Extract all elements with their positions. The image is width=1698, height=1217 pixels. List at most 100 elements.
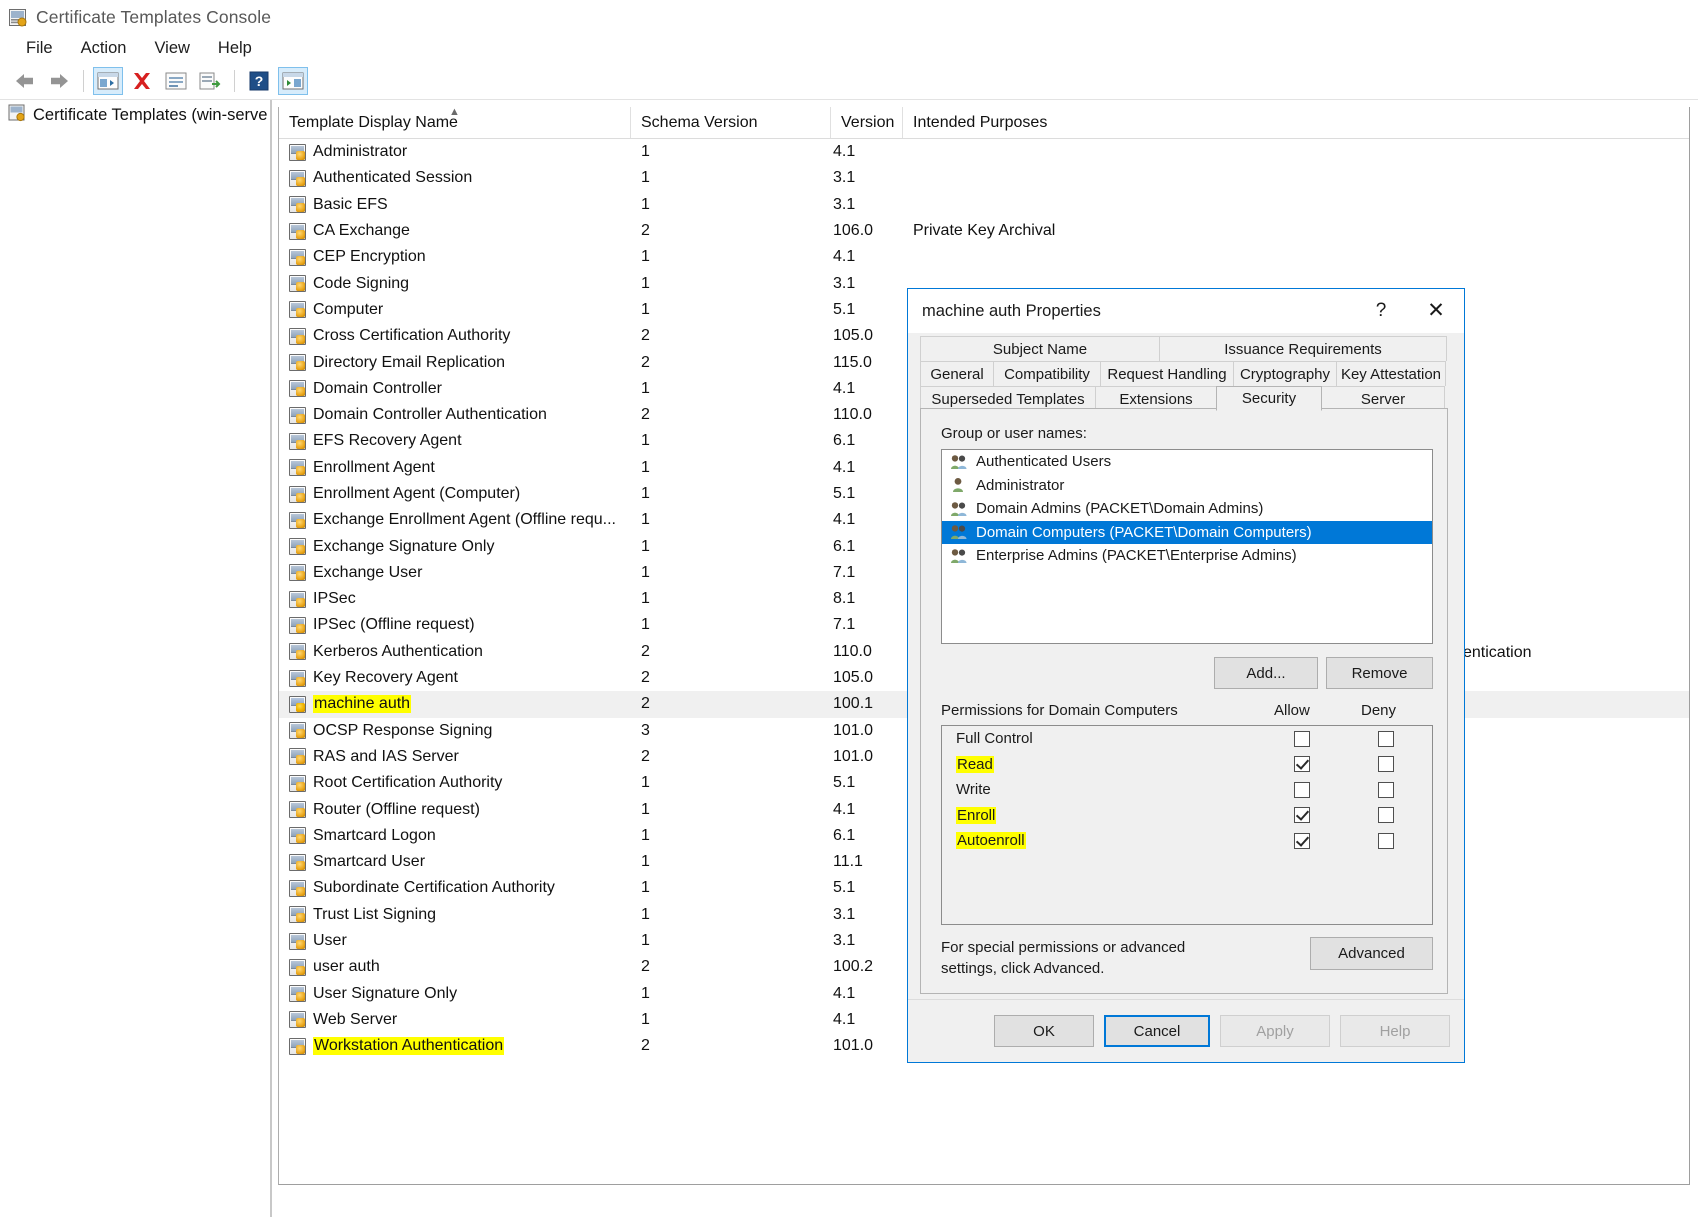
cancel-button[interactable]: Cancel [1104, 1015, 1210, 1047]
remove-button[interactable]: Remove [1326, 657, 1433, 689]
table-row[interactable]: CEP Encryption14.1 [279, 244, 1689, 270]
export-list-icon[interactable] [195, 67, 225, 95]
cell-version: 100.2 [831, 958, 903, 976]
list-item[interactable]: Domain Computers (PACKET\Domain Computer… [942, 521, 1432, 545]
window-title: Certificate Templates Console [36, 7, 271, 28]
deny-checkbox[interactable] [1378, 731, 1394, 747]
cell-version: 4.1 [831, 985, 903, 1003]
cell-version: 101.0 [831, 1037, 903, 1055]
allow-checkbox-cell[interactable] [1260, 782, 1344, 798]
properties-icon[interactable] [161, 67, 191, 95]
cell-template-display-name: machine auth [279, 695, 631, 713]
permission-row[interactable]: Enroll [942, 803, 1432, 829]
show-hide-console-tree-icon[interactable] [93, 67, 123, 95]
allow-checkbox-cell[interactable] [1260, 756, 1344, 772]
help-icon[interactable]: ? [244, 67, 274, 95]
menu-view[interactable]: View [140, 37, 203, 60]
template-name-text: OCSP Response Signing [313, 722, 492, 740]
deny-checkbox-cell[interactable] [1344, 833, 1428, 849]
column-header-template-display-name[interactable]: ▲ Template Display Name [279, 107, 631, 138]
cell-version: 5.1 [831, 485, 903, 503]
list-item[interactable]: Authenticated Users [942, 450, 1432, 474]
ok-button[interactable]: OK [994, 1015, 1094, 1047]
deny-checkbox[interactable] [1378, 807, 1394, 823]
deny-checkbox-cell[interactable] [1344, 782, 1428, 798]
tab-security[interactable]: Security [1216, 386, 1322, 411]
advanced-button[interactable]: Advanced [1310, 937, 1433, 970]
table-row[interactable]: CA Exchange2106.0Private Key Archival [279, 218, 1689, 244]
tree-item-certificate-templates[interactable]: Certificate Templates (win-serve [0, 100, 270, 130]
table-row[interactable]: Authenticated Session13.1 [279, 165, 1689, 191]
list-item[interactable]: Domain Admins (PACKET\Domain Admins) [942, 497, 1432, 521]
cell-schema-version: 1 [631, 564, 831, 582]
allow-checkbox-cell[interactable] [1260, 731, 1344, 747]
allow-checkbox[interactable] [1294, 756, 1310, 772]
deny-checkbox-cell[interactable] [1344, 756, 1428, 772]
permission-row[interactable]: Autoenroll [942, 828, 1432, 854]
cell-version: 4.1 [831, 459, 903, 477]
menu-help[interactable]: Help [204, 37, 266, 60]
allow-checkbox[interactable] [1294, 731, 1310, 747]
deny-checkbox[interactable] [1378, 756, 1394, 772]
deny-checkbox-cell[interactable] [1344, 807, 1428, 823]
group-or-user-names-listbox[interactable]: Authenticated UsersAdministratorDomain A… [941, 449, 1433, 644]
deny-checkbox[interactable] [1378, 782, 1394, 798]
add-button[interactable]: Add... [1214, 657, 1318, 689]
close-icon[interactable]: ✕ [1412, 291, 1460, 329]
cell-schema-version: 1 [631, 1011, 831, 1029]
tab-subject-name[interactable]: Subject Name [920, 336, 1160, 361]
tab-compatibility[interactable]: Compatibility [993, 361, 1101, 386]
allow-checkbox-cell[interactable] [1260, 833, 1344, 849]
allow-checkbox[interactable] [1294, 807, 1310, 823]
permission-row[interactable]: Full Control [942, 726, 1432, 752]
permissions-grid[interactable]: Full ControlReadWriteEnrollAutoenroll [941, 725, 1433, 925]
template-name-text: Authenticated Session [313, 169, 472, 187]
deny-checkbox[interactable] [1378, 833, 1394, 849]
tab-key-attestation[interactable]: Key Attestation [1336, 361, 1446, 386]
tab-cryptography[interactable]: Cryptography [1233, 361, 1337, 386]
permission-row[interactable]: Read [942, 752, 1432, 778]
cell-template-display-name: Code Signing [279, 275, 631, 293]
cell-version: 110.0 [831, 406, 903, 424]
allow-checkbox-cell[interactable] [1260, 807, 1344, 823]
forward-icon[interactable] [44, 67, 74, 95]
delete-icon[interactable] [127, 67, 157, 95]
cell-template-display-name: Router (Offline request) [279, 801, 631, 819]
column-header-intended-purposes[interactable]: Intended Purposes [903, 107, 1503, 138]
template-name-text: user auth [313, 958, 380, 976]
certificate-template-icon [289, 801, 306, 818]
help-button[interactable]: Help [1340, 1015, 1450, 1047]
column-header-version[interactable]: Version [831, 107, 903, 138]
list-item[interactable]: Enterprise Admins (PACKET\Enterprise Adm… [942, 544, 1432, 568]
cell-version: 5.1 [831, 774, 903, 792]
permission-row[interactable]: Write [942, 777, 1432, 803]
cell-template-display-name: Key Recovery Agent [279, 669, 631, 687]
template-name-text: Smartcard Logon [313, 827, 436, 845]
allow-column-header: Allow [1274, 702, 1310, 719]
certificate-template-icon [289, 670, 306, 687]
tab-request-handling[interactable]: Request Handling [1100, 361, 1234, 386]
deny-checkbox-cell[interactable] [1344, 731, 1428, 747]
column-header-schema-version[interactable]: Schema Version [631, 107, 831, 138]
certificate-template-icon [289, 1011, 306, 1028]
tab-issuance-requirements[interactable]: Issuance Requirements [1159, 336, 1447, 361]
back-icon[interactable] [10, 67, 40, 95]
menu-file[interactable]: File [12, 37, 67, 60]
table-row[interactable]: Administrator14.1 [279, 139, 1689, 165]
certificate-template-icon [289, 985, 306, 1002]
cell-version: 11.1 [831, 853, 903, 871]
show-action-pane-icon[interactable] [278, 67, 308, 95]
allow-checkbox[interactable] [1294, 833, 1310, 849]
tab-general[interactable]: General [920, 361, 994, 386]
deny-column-header: Deny [1361, 702, 1396, 719]
menu-action[interactable]: Action [67, 37, 141, 60]
allow-checkbox[interactable] [1294, 782, 1310, 798]
apply-button[interactable]: Apply [1220, 1015, 1330, 1047]
cell-version: 3.1 [831, 275, 903, 293]
template-name-text: Exchange User [313, 564, 422, 582]
list-item[interactable]: Administrator [942, 474, 1432, 498]
cell-template-display-name: Administrator [279, 143, 631, 161]
cell-version: 4.1 [831, 380, 903, 398]
help-icon[interactable]: ? [1364, 298, 1398, 324]
table-row[interactable]: Basic EFS13.1 [279, 192, 1689, 218]
